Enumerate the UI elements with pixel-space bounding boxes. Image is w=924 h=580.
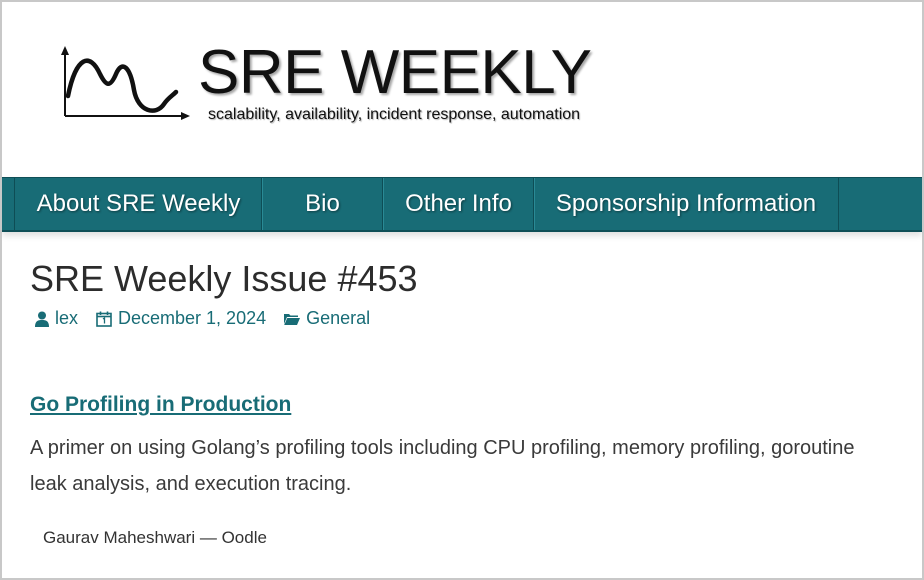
nav-item-about[interactable]: About SRE Weekly bbox=[14, 178, 263, 230]
page-frame: SRE WEEKLY scalability, availability, in… bbox=[0, 0, 924, 580]
nav-divider bbox=[838, 178, 839, 230]
article-source: Gaurav Maheshwari — Oodle bbox=[43, 528, 267, 547]
article-title-link[interactable]: Go Profiling in Production bbox=[30, 393, 291, 417]
post-meta: lex December 1, 2024 General bbox=[35, 308, 388, 329]
category-link[interactable]: General bbox=[306, 308, 370, 329]
meta-category: General bbox=[284, 308, 370, 329]
author-link[interactable]: lex bbox=[55, 308, 78, 329]
nav-item-sponsorship[interactable]: Sponsorship Information bbox=[533, 178, 839, 230]
user-icon bbox=[35, 311, 49, 327]
article-description: A primer on using Golang’s profiling too… bbox=[30, 437, 855, 495]
site-header: SRE WEEKLY scalability, availability, in… bbox=[2, 2, 922, 177]
main-nav: About SRE Weekly Bio Other Info Sponsors… bbox=[2, 177, 922, 232]
meta-author: lex bbox=[35, 308, 78, 329]
folder-icon bbox=[284, 313, 301, 325]
date-link[interactable]: December 1, 2024 bbox=[118, 308, 266, 329]
site-title[interactable]: SRE WEEKLY bbox=[198, 38, 592, 108]
nav-item-other-info[interactable]: Other Info bbox=[382, 178, 535, 230]
post-title[interactable]: SRE Weekly Issue #453 bbox=[30, 258, 418, 300]
logo-graph-icon[interactable] bbox=[60, 46, 190, 120]
calendar-icon bbox=[96, 311, 112, 327]
site-tagline: scalability, availability, incident resp… bbox=[208, 106, 581, 123]
meta-date: December 1, 2024 bbox=[96, 308, 266, 329]
nav-item-bio[interactable]: Bio bbox=[261, 178, 384, 230]
